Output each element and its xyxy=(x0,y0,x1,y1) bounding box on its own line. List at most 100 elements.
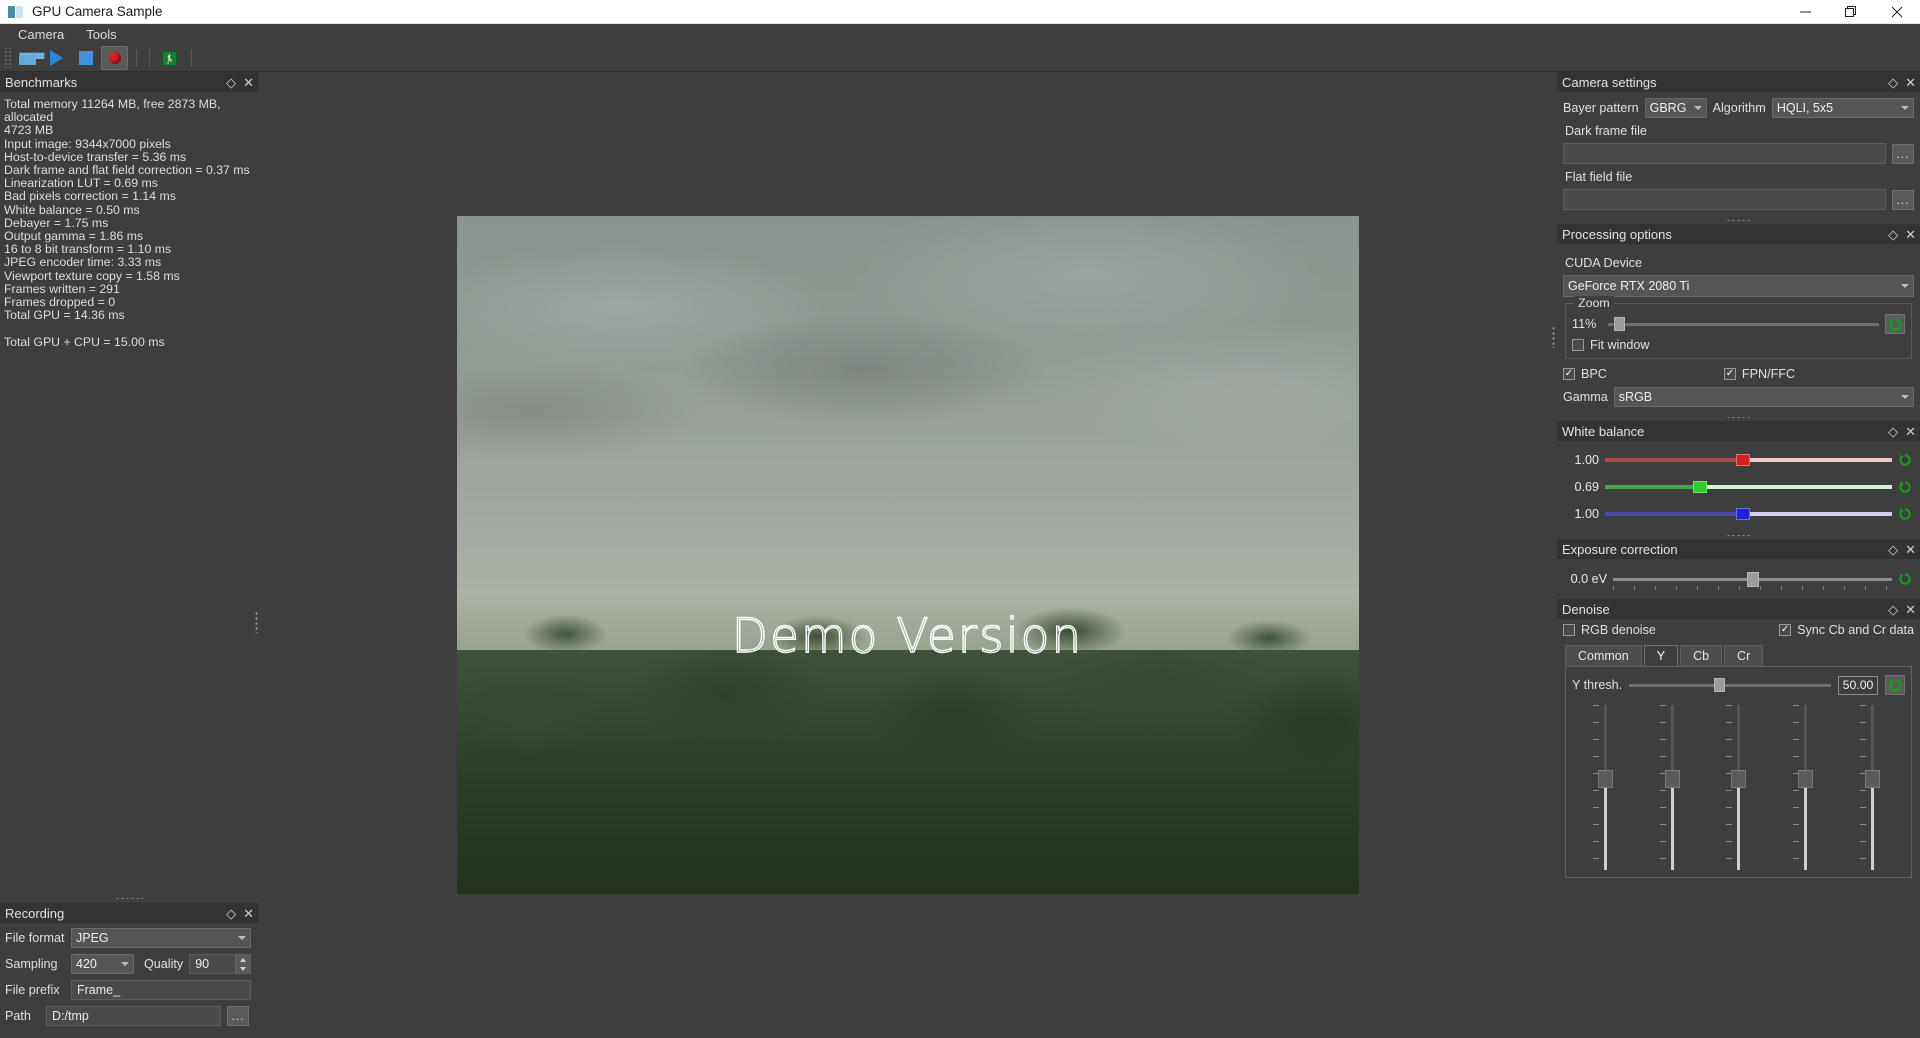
recording-close-icon[interactable]: ✕ xyxy=(243,907,254,920)
flat-field-input[interactable] xyxy=(1563,189,1886,210)
right-dock-splitter[interactable] xyxy=(1552,326,1555,349)
denoise-checks-row: RGB denoise ✓ Sync Cb and Cr data xyxy=(1563,623,1914,637)
y-thresh-slider[interactable] xyxy=(1629,678,1831,692)
denoise-float-icon[interactable]: ◇ xyxy=(1888,603,1898,616)
wb-blue-slider[interactable] xyxy=(1605,508,1892,520)
open-folder-button[interactable] xyxy=(14,46,45,70)
maximize-button[interactable] xyxy=(1828,0,1874,24)
denoise-vertical-slider[interactable] xyxy=(1652,705,1692,870)
y-thresh-value[interactable]: 50.00 xyxy=(1838,675,1878,695)
record-button[interactable] xyxy=(101,46,128,70)
camera-settings-float-icon[interactable]: ◇ xyxy=(1888,76,1898,89)
flat-field-label: Flat field file xyxy=(1565,170,1633,184)
exposure-slider-handle[interactable] xyxy=(1746,571,1759,587)
y-thresh-slider-handle[interactable] xyxy=(1713,678,1725,692)
tab-common[interactable]: Common xyxy=(1565,645,1642,666)
exit-button[interactable] xyxy=(156,46,183,70)
fit-window-row: Fit window xyxy=(1572,338,1905,352)
fpn-ffc-checkbox[interactable]: ✓ xyxy=(1723,368,1736,380)
camera-settings-splitter[interactable] xyxy=(1557,216,1920,224)
bpc-checkbox[interactable]: ✓ xyxy=(1563,368,1575,380)
wb-blue-reset-button[interactable] xyxy=(1898,504,1912,524)
file-prefix-input[interactable]: Frame_ xyxy=(71,980,251,1000)
y-thresh-slider-track xyxy=(1629,683,1831,687)
quality-stepper[interactable]: 90 xyxy=(189,954,252,974)
toolbar-separator-2 xyxy=(149,49,150,67)
app-icon xyxy=(8,5,24,19)
tab-y[interactable]: Y xyxy=(1643,645,1679,666)
file-format-select[interactable]: JPEG xyxy=(71,928,251,948)
benchmarks-close-icon[interactable]: ✕ xyxy=(243,76,254,89)
close-button[interactable] xyxy=(1874,0,1920,24)
slider-handle[interactable] xyxy=(1731,770,1747,789)
sync-cb-cr-checkbox[interactable]: ✓ xyxy=(1779,624,1792,636)
slider-track-upper xyxy=(1737,705,1741,780)
menu-bar: Camera Tools xyxy=(0,24,1920,45)
denoise-vertical-slider[interactable] xyxy=(1852,705,1892,870)
slider-handle[interactable] xyxy=(1664,770,1680,789)
path-input[interactable]: D:/tmp xyxy=(46,1006,221,1026)
viewport-area: Demo Version xyxy=(258,72,1557,1038)
denoise-vertical-slider[interactable] xyxy=(1785,705,1825,870)
menu-item-tools[interactable]: Tools xyxy=(76,25,126,44)
path-browse-button[interactable]: ... xyxy=(227,1006,249,1026)
slider-handle[interactable] xyxy=(1798,770,1814,789)
recording-splitter[interactable] xyxy=(0,894,258,903)
white-balance-close-icon[interactable]: ✕ xyxy=(1905,425,1916,438)
camera-settings-close-icon[interactable]: ✕ xyxy=(1905,76,1916,89)
sampling-row: Sampling 420 Quality 90 xyxy=(5,954,253,974)
wb-red-slider[interactable] xyxy=(1605,454,1892,466)
image-viewport[interactable]: Demo Version xyxy=(456,216,1359,894)
cuda-device-select[interactable]: GeForce RTX 2080 Ti xyxy=(1563,275,1914,297)
dark-frame-input[interactable] xyxy=(1563,143,1886,164)
denoise-vertical-slider[interactable] xyxy=(1718,705,1758,870)
wb-green-slider[interactable] xyxy=(1605,481,1892,493)
denoise-vertical-slider[interactable] xyxy=(1585,705,1625,870)
benchmarks-float-icon[interactable]: ◇ xyxy=(226,76,236,89)
processing-options-close-icon[interactable]: ✕ xyxy=(1905,228,1916,241)
stop-button[interactable] xyxy=(72,46,99,70)
exposure-correction-body: 0.0 eV xyxy=(1557,559,1920,599)
flat-field-browse-button[interactable]: ... xyxy=(1892,189,1914,210)
wb-green-reset-button[interactable] xyxy=(1898,477,1912,497)
sampling-select[interactable]: 420 xyxy=(71,954,134,974)
toolbar-drag-handle[interactable] xyxy=(3,48,11,68)
gamma-select[interactable]: sRGB xyxy=(1613,387,1914,407)
exposure-correction-float-icon[interactable]: ◇ xyxy=(1888,543,1898,556)
minimize-button[interactable] xyxy=(1782,0,1828,24)
bayer-pattern-select[interactable]: GBRG xyxy=(1644,98,1707,118)
dark-frame-browse-button[interactable]: ... xyxy=(1892,143,1914,164)
algorithm-select[interactable]: HQLI, 5x5 xyxy=(1771,98,1914,118)
tab-cb[interactable]: Cb xyxy=(1680,645,1723,666)
white-balance-splitter[interactable] xyxy=(1557,531,1920,539)
zoom-slider-handle[interactable] xyxy=(1613,317,1625,331)
play-icon xyxy=(50,50,63,66)
slider-handle[interactable] xyxy=(1864,770,1880,789)
recording-float-icon[interactable]: ◇ xyxy=(226,907,236,920)
processing-options-splitter[interactable] xyxy=(1557,413,1920,421)
zoom-slider[interactable] xyxy=(1608,317,1879,331)
play-button[interactable] xyxy=(43,46,70,70)
dark-frame-row: ... xyxy=(1563,143,1914,164)
window-controls xyxy=(1782,0,1920,24)
processing-options-title-bar: Processing options ◇ ✕ xyxy=(1557,224,1920,244)
exposure-slider[interactable] xyxy=(1613,571,1892,590)
slider-handle[interactable] xyxy=(1598,770,1614,789)
exposure-reset-button[interactable] xyxy=(1898,569,1912,589)
y-thresh-reset-button[interactable] xyxy=(1885,675,1905,695)
menu-item-camera[interactable]: Camera xyxy=(8,25,74,44)
quality-spin-buttons[interactable] xyxy=(235,955,251,973)
exposure-correction-close-icon[interactable]: ✕ xyxy=(1905,543,1916,556)
fit-window-checkbox[interactable] xyxy=(1572,339,1584,351)
tab-cr[interactable]: Cr xyxy=(1724,645,1764,666)
denoise-close-icon[interactable]: ✕ xyxy=(1905,603,1916,616)
file-format-value: JPEG xyxy=(76,931,109,945)
zoom-reset-button[interactable] xyxy=(1885,314,1905,334)
dark-frame-label: Dark frame file xyxy=(1565,124,1647,138)
rgb-denoise-checkbox[interactable] xyxy=(1563,624,1575,636)
white-balance-float-icon[interactable]: ◇ xyxy=(1888,425,1898,438)
wb-red-reset-button[interactable] xyxy=(1898,450,1912,470)
zoom-value: 11% xyxy=(1572,317,1597,331)
processing-options-body: CUDA Device GeForce RTX 2080 Ti Zoom 11% xyxy=(1557,244,1920,407)
processing-options-float-icon[interactable]: ◇ xyxy=(1888,228,1898,241)
